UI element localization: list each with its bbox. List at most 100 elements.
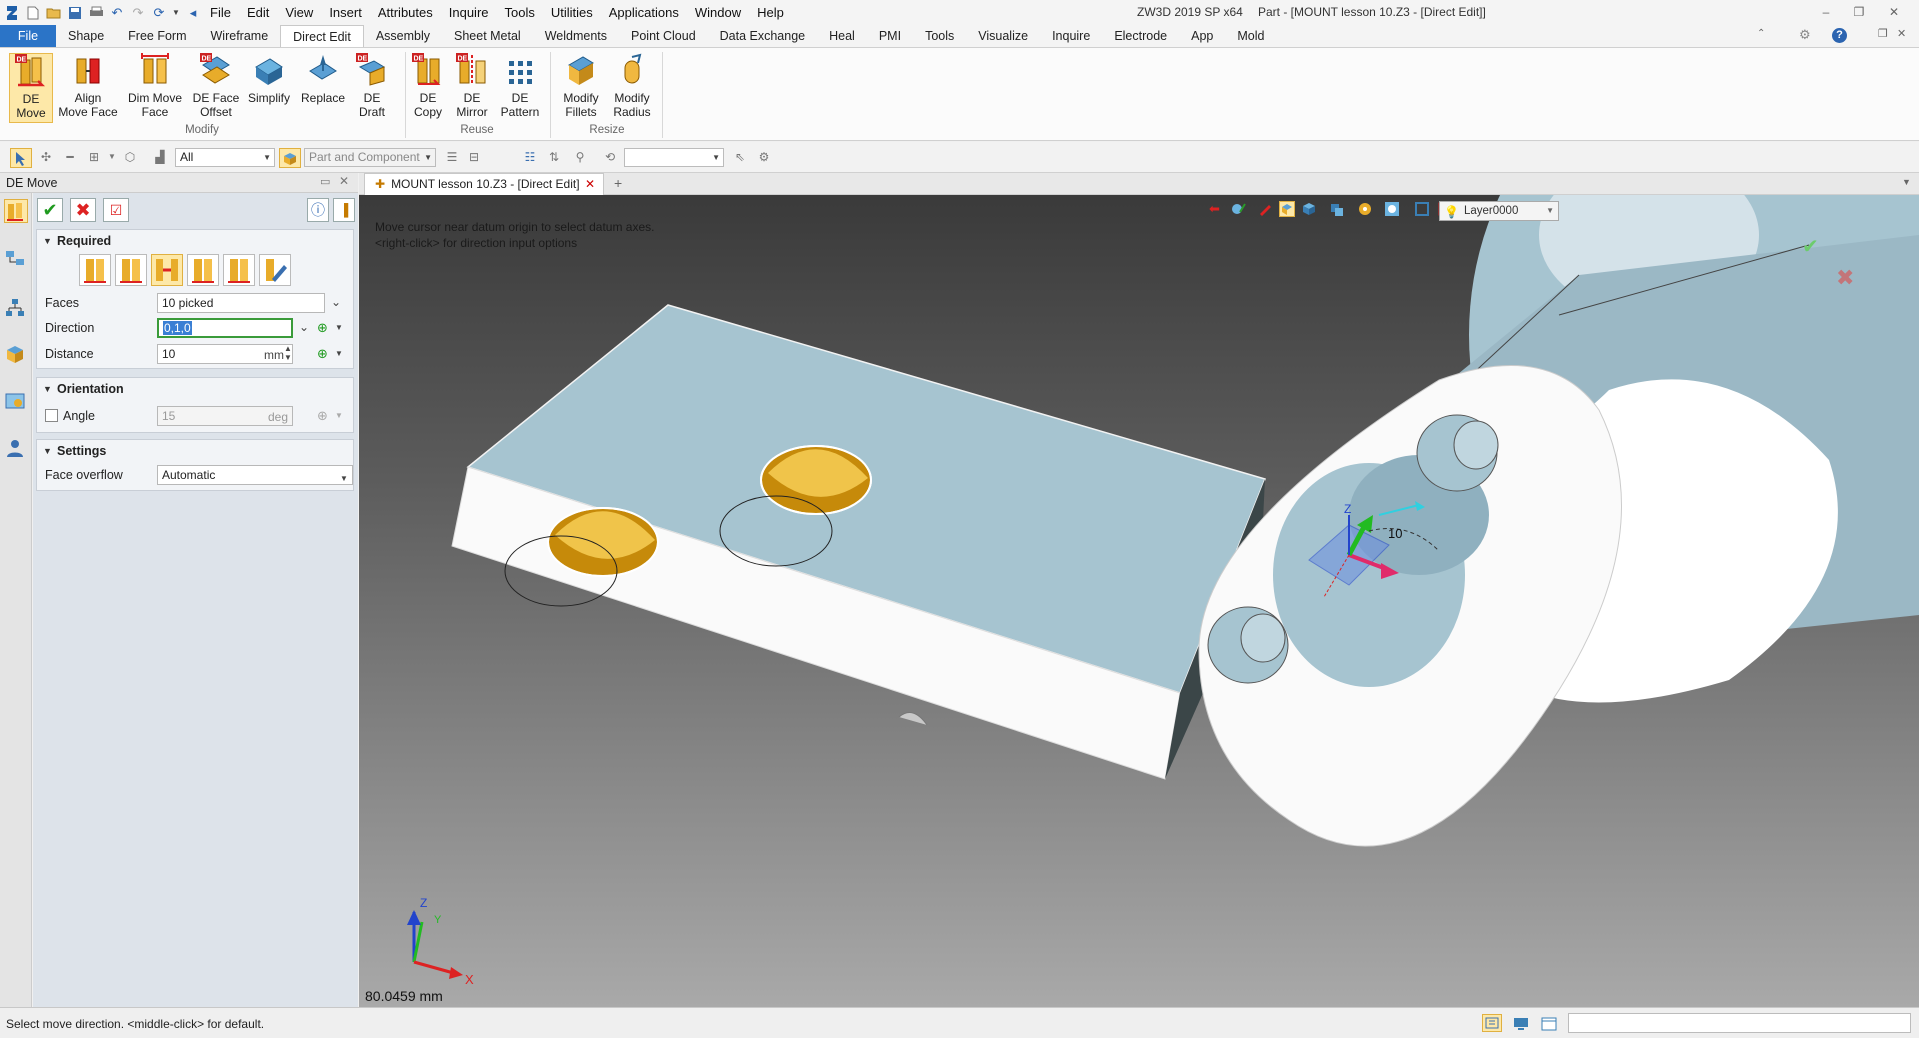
tab-sheet-metal[interactable]: Sheet Metal (442, 25, 533, 47)
cancel-button[interactable]: ✖ (70, 198, 96, 222)
back-arrow-icon[interactable]: ◂ (184, 4, 202, 22)
tab-tools[interactable]: Tools (913, 25, 966, 47)
menu-edit[interactable]: Edit (239, 0, 277, 25)
snap-grid-icon[interactable]: ⊞ (86, 149, 102, 165)
dropdown-icon[interactable]: ▼ (171, 4, 181, 22)
chevron-down-icon[interactable]: ▼ (335, 411, 343, 420)
distance-field[interactable]: 10 mm ▲ ▼ (157, 344, 293, 364)
tab-file[interactable]: File (0, 25, 56, 47)
document-tab[interactable]: ✚ MOUNT lesson 10.Z3 - [Direct Edit] ✕ (364, 173, 604, 195)
flange-part[interactable] (1198, 195, 1919, 847)
double-chevron-icon[interactable]: ⌄ (331, 295, 341, 309)
settings-section-header[interactable]: Settings (37, 440, 353, 462)
gear-icon[interactable]: ⚙ (756, 149, 772, 165)
app-logo-icon[interactable] (3, 4, 21, 22)
zoom-icon[interactable] (1384, 201, 1400, 217)
pin-icon[interactable]: ⚲ (572, 149, 588, 165)
filter-icon[interactable]: ▟ (152, 149, 168, 165)
pick-mode-select[interactable]: Part and Component ▼ (304, 148, 436, 167)
block-part[interactable] (451, 304, 1267, 780)
cube-view-icon[interactable] (1301, 201, 1317, 217)
modify-fillets-button[interactable]: Modify Fillets (557, 53, 605, 119)
new-tab-icon[interactable]: + (614, 175, 622, 191)
angle-picker-icon[interactable]: ⊕ (317, 408, 328, 424)
menu-help[interactable]: Help (749, 0, 792, 25)
new-file-icon[interactable] (24, 4, 42, 22)
tab-assembly[interactable]: Assembly (364, 25, 442, 47)
de-move-button[interactable]: DE DE Move (9, 53, 53, 123)
menu-file[interactable]: File (202, 0, 239, 25)
align-move-face-button[interactable]: Align Move Face (57, 53, 119, 119)
mdi-close-icon[interactable]: ✕ (1897, 27, 1906, 40)
sketch-tool-icon[interactable] (1231, 201, 1247, 217)
filter-select[interactable]: All ▼ (175, 148, 275, 167)
move-free-icon[interactable] (79, 254, 111, 286)
de-pattern-button[interactable]: DE Pattern (498, 53, 542, 119)
minimize-icon[interactable]: – (1818, 4, 1834, 20)
tab-electrode[interactable]: Electrode (1102, 25, 1179, 47)
reject-mark-icon[interactable]: ✖ (1836, 266, 1854, 291)
move-rotate-icon[interactable] (115, 254, 147, 286)
refresh-icon[interactable]: ⟳ (150, 4, 168, 22)
tab-visualize[interactable]: Visualize (966, 25, 1040, 47)
tab-mold[interactable]: Mold (1225, 25, 1276, 47)
layer-select[interactable]: 💡 Layer0000 ▼ (1439, 201, 1559, 221)
tab-direct-edit[interactable]: Direct Edit (280, 25, 364, 47)
angle-field[interactable]: 15 deg (157, 406, 293, 426)
panel-pin-icon[interactable]: ▭ (320, 175, 330, 188)
tab-data-exchange[interactable]: Data Exchange (708, 25, 817, 47)
cursor-icon[interactable]: ⇖ (732, 149, 748, 165)
ok-button[interactable]: ✔ (37, 198, 63, 222)
pen-tool-icon[interactable] (1257, 201, 1273, 217)
angle-checkbox[interactable] (45, 409, 58, 422)
empty-select[interactable]: ▼ (624, 148, 724, 167)
menu-view[interactable]: View (277, 0, 321, 25)
shaded-view-icon[interactable] (1279, 201, 1295, 217)
de-mirror-button[interactable]: DE DE Mirror (452, 53, 492, 119)
pick-line-icon[interactable]: ━ (62, 149, 78, 165)
de-copy-button[interactable]: DE DE Copy (410, 53, 446, 119)
sort-icon[interactable]: ⇅ (546, 149, 562, 165)
chevron-down-icon[interactable]: ▼ (335, 349, 343, 358)
tab-list-icon[interactable]: ▼ (1902, 177, 1911, 187)
pick-point-icon[interactable]: ✣ (38, 149, 54, 165)
redo-icon[interactable]: ↷ (129, 4, 147, 22)
mdi-restore-icon[interactable]: ❐ (1878, 27, 1888, 40)
display-icon[interactable] (1512, 1016, 1530, 1035)
tab-inquire[interactable]: Inquire (1040, 25, 1102, 47)
menu-window[interactable]: Window (687, 0, 749, 25)
menu-attributes[interactable]: Attributes (370, 0, 441, 25)
info-button[interactable]: ⓘ (307, 198, 329, 222)
de-draft-button[interactable]: DE DE Draft (351, 53, 393, 119)
orientation-section-header[interactable]: Orientation (37, 378, 353, 400)
settings-gear-icon[interactable]: ⚙ (1799, 27, 1811, 43)
restore-icon[interactable]: ❐ (1851, 4, 1867, 20)
menu-insert[interactable]: Insert (321, 0, 370, 25)
close-tab-icon[interactable]: ✕ (585, 174, 595, 194)
align-icon[interactable]: ☰ (444, 149, 460, 165)
save-icon[interactable] (66, 4, 84, 22)
menu-tools[interactable]: Tools (497, 0, 543, 25)
render-mode-icon[interactable] (1357, 201, 1373, 217)
menu-applications[interactable]: Applications (601, 0, 687, 25)
de-move-icon[interactable] (4, 199, 28, 223)
view-orient-icon[interactable] (1329, 201, 1345, 217)
select-pointer-icon[interactable] (10, 148, 32, 168)
pin-icon[interactable]: ✚ (375, 177, 385, 191)
panel-close-icon[interactable]: ✕ (339, 174, 349, 188)
tab-heal[interactable]: Heal (817, 25, 867, 47)
fit-view-icon[interactable] (1414, 201, 1430, 217)
apply-button[interactable]: ☑ (103, 198, 129, 222)
undo-icon[interactable]: ↶ (108, 4, 126, 22)
move-point-icon[interactable] (187, 254, 219, 286)
user-icon[interactable] (4, 437, 28, 461)
face-overflow-select[interactable]: Automatic ▼ (157, 465, 353, 485)
simplify-button[interactable]: Simplify (244, 53, 294, 105)
double-chevron-icon[interactable]: ⌄ (299, 320, 309, 334)
dim-move-face-button[interactable]: Dim Move Face (124, 53, 186, 119)
close-icon[interactable]: ✕ (1886, 4, 1902, 20)
visual-manager-icon[interactable] (4, 391, 28, 415)
model-canvas[interactable]: 10 Z ✔ ✖ Z Y X (359, 195, 1919, 1007)
help-book-button[interactable]: ▐ (333, 198, 355, 222)
tab-app[interactable]: App (1179, 25, 1225, 47)
